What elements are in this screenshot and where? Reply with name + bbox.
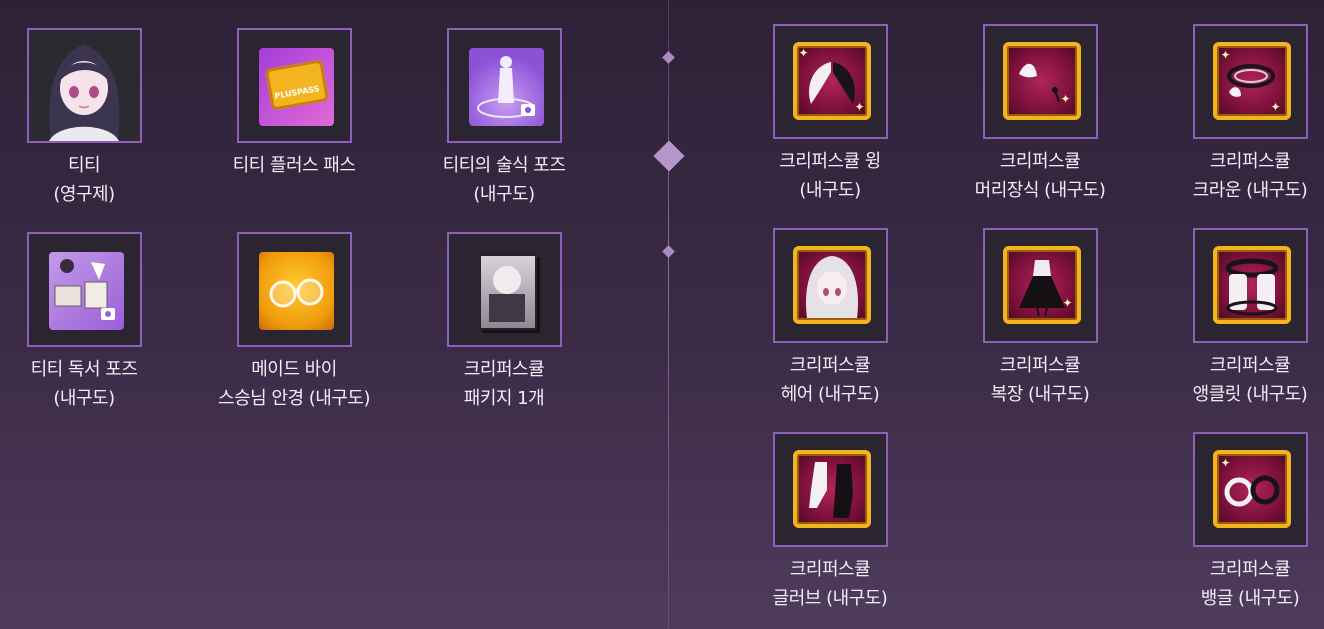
- package-card-icon: [478, 254, 537, 330]
- section-divider: [668, 0, 669, 629]
- plus-pass-ticket-icon: PLUSPASS: [258, 48, 334, 126]
- divider-diamond-center: [653, 140, 685, 172]
- reward-item-outfit[interactable]: ✦ 크리퍼스큘 복장 (내구도): [960, 228, 1120, 409]
- item-label: 크리퍼스큘 앵클릿 (내구도): [1192, 355, 1308, 405]
- bangle-icon: ✦: [1212, 450, 1291, 528]
- item-label: 메이드 바이 스승님 안경 (내구도): [218, 359, 370, 409]
- item-frame: [446, 232, 562, 347]
- reward-item-hair-ornament[interactable]: ✦ 크리퍼스큘 머리장식 (내구도): [960, 24, 1120, 205]
- wing-icon: ✦ ✦: [792, 42, 871, 120]
- item-frame: [1192, 228, 1308, 343]
- item-label: 크리퍼스큘 윙 (내구도): [779, 151, 881, 201]
- character-portrait-icon: [28, 30, 140, 141]
- item-label: 티티 플러스 패스: [232, 155, 356, 176]
- reward-item-spell-pose[interactable]: 티티의 술식 포즈 (내구도): [424, 28, 584, 209]
- reward-item-bangle[interactable]: ✦ 크리퍼스큘 뱅글 (내구도): [1170, 432, 1324, 613]
- reward-item-titi[interactable]: 티티 (영구제): [4, 28, 164, 209]
- item-label: 크리퍼스큘 글러브 (내구도): [772, 559, 888, 609]
- crown-icon: ✦ ✦: [1212, 42, 1291, 120]
- reward-item-glasses[interactable]: 메이드 바이 스승님 안경 (내구도): [214, 232, 374, 413]
- hair-icon: [792, 246, 871, 324]
- item-frame: ✦ ✦: [772, 24, 888, 139]
- item-frame: PLUSPASS: [236, 28, 352, 143]
- item-frame: [236, 232, 352, 347]
- glove-icon: [792, 450, 871, 528]
- item-label: 크리퍼스큘 패키지 1개: [463, 359, 545, 409]
- item-label: 크리퍼스큘 복장 (내구도): [990, 355, 1090, 405]
- item-frame: ✦ ✦: [1192, 24, 1308, 139]
- item-label: 티티 독서 포즈 (내구도): [30, 359, 138, 409]
- reward-item-plus-pass[interactable]: PLUSPASS 티티 플러스 패스: [214, 28, 374, 209]
- spell-pose-card-icon: [468, 48, 544, 126]
- reward-item-package[interactable]: 크리퍼스큘 패키지 1개: [424, 232, 584, 413]
- divider-diamond-top: [662, 51, 675, 64]
- anklet-icon: [1212, 246, 1291, 324]
- reward-item-hair[interactable]: 크리퍼스큘 헤어 (내구도): [750, 228, 910, 409]
- reward-item-wing[interactable]: ✦ ✦ 크리퍼스큘 윙 (내구도): [750, 24, 910, 205]
- item-frame: [26, 232, 142, 347]
- outfit-icon: ✦: [1002, 246, 1081, 324]
- reward-item-reading-pose[interactable]: 티티 독서 포즈 (내구도): [4, 232, 164, 413]
- reward-item-anklet[interactable]: 크리퍼스큘 앵클릿 (내구도): [1170, 228, 1324, 409]
- item-label: 크리퍼스큘 크라운 (내구도): [1192, 151, 1308, 201]
- item-frame: ✦: [1192, 432, 1308, 547]
- divider-diamond-bottom: [662, 245, 675, 258]
- reading-pose-card-icon: [48, 252, 124, 330]
- item-frame: [446, 28, 562, 143]
- item-frame: [26, 28, 142, 143]
- item-label: 티티의 술식 포즈 (내구도): [442, 155, 566, 205]
- item-frame: [772, 432, 888, 547]
- hair-ornament-icon: ✦: [1002, 42, 1081, 120]
- item-label: 티티 (영구제): [53, 155, 115, 205]
- item-frame: ✦: [982, 24, 1098, 139]
- item-label: 크리퍼스큘 헤어 (내구도): [780, 355, 880, 405]
- item-frame: ✦: [982, 228, 1098, 343]
- item-label: 크리퍼스큘 뱅글 (내구도): [1200, 559, 1300, 609]
- reward-item-crown[interactable]: ✦ ✦ 크리퍼스큘 크라운 (내구도): [1170, 24, 1324, 205]
- item-frame: [772, 228, 888, 343]
- reward-item-glove[interactable]: 크리퍼스큘 글러브 (내구도): [750, 432, 910, 613]
- item-label: 크리퍼스큘 머리장식 (내구도): [974, 151, 1106, 201]
- glasses-icon: [258, 252, 334, 330]
